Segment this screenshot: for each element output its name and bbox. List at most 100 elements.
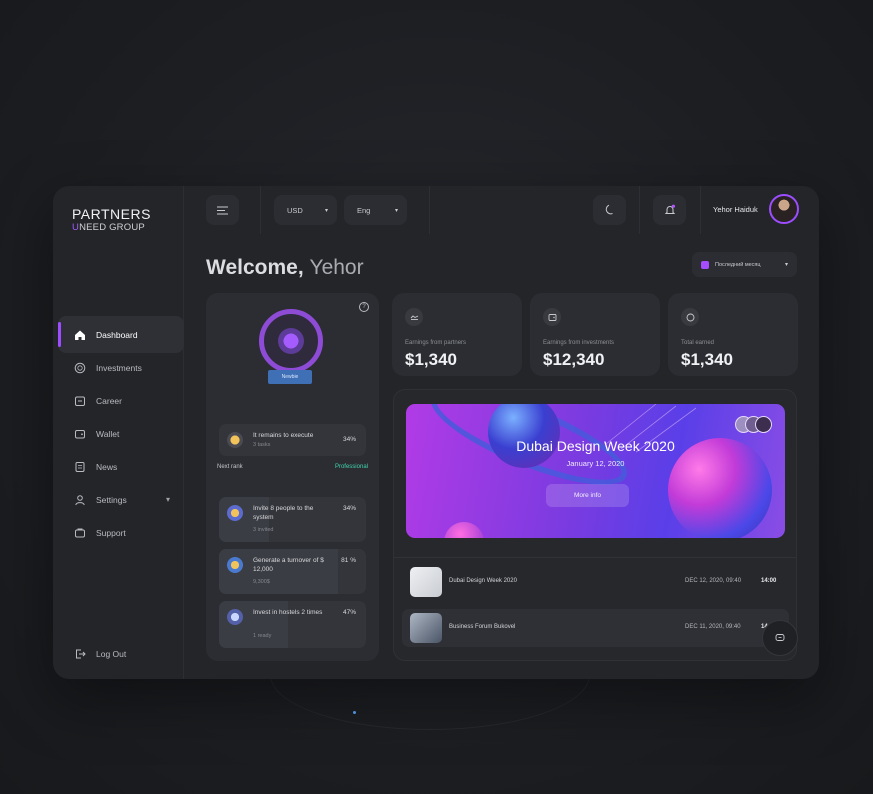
brand-logo-subtitle: NEED GROUP <box>79 222 145 233</box>
stat-label: Earnings from investments <box>543 340 615 346</box>
stat-card-partners[interactable]: Earnings from partners $1,340 <box>392 293 522 376</box>
task-percent: 81 % <box>341 557 356 564</box>
brand-logo-u: U <box>72 222 80 233</box>
stat-label: Earnings from partners <box>405 340 467 346</box>
task-item[interactable]: Invest in hostels 2 times 1 ready 47% <box>219 601 366 648</box>
career-icon <box>74 395 86 407</box>
stat-card-investments[interactable]: Earnings from investments $12,340 <box>530 293 660 376</box>
dashboard-window: PARTNERS UNEED GROUP Dashboard Investmen… <box>53 186 819 679</box>
event-date: DEC 12, 2020, 09:40 <box>685 578 742 584</box>
event-thumbnail <box>410 613 442 643</box>
sidebar-item-label: Dashboard <box>96 329 138 340</box>
task-percent: 34% <box>342 505 356 512</box>
hero-title: Dubai Design Week 2020 <box>516 438 675 454</box>
language-select[interactable]: Eng ▾ <box>344 195 407 225</box>
avatar <box>755 416 772 433</box>
handshake-icon <box>405 308 423 326</box>
stat-card-total[interactable]: Total earned $1,340 <box>668 293 798 376</box>
chevron-down-icon: ▾ <box>784 262 788 268</box>
moon-icon <box>605 204 613 215</box>
next-rank-label: Next rank <box>217 464 243 470</box>
logout-icon <box>74 648 86 660</box>
stat-value: $1,340 <box>681 350 733 369</box>
top-bar: USD ▾ Eng ▾ Yehor Haiduk <box>184 186 819 234</box>
divider <box>260 186 261 234</box>
coin-icon <box>74 362 86 374</box>
attendee-avatars[interactable] <box>735 416 773 434</box>
task-subtitle: 1 ready <box>253 633 272 639</box>
event-name: Business Forum Bukovel <box>449 624 516 630</box>
task-item[interactable]: Invite 8 people to the system 3 invited … <box>219 497 366 542</box>
theme-toggle-button[interactable] <box>593 195 626 225</box>
sidebar-item-wallet[interactable]: Wallet <box>58 415 184 452</box>
help-icon[interactable]: ? <box>359 302 369 312</box>
calendar-icon <box>701 260 709 269</box>
more-info-button[interactable]: More info <box>546 484 629 507</box>
support-icon <box>74 527 86 539</box>
event-name: Dubai Design Week 2020 <box>449 578 517 584</box>
sidebar-item-label: Settings <box>96 494 127 505</box>
coin-icon <box>681 308 699 326</box>
home-icon <box>74 329 86 341</box>
task-title: Invest in hostels 2 times <box>253 609 323 616</box>
events-panel: Dubai Design Week 2020 January 12, 2020 … <box>393 389 797 661</box>
divider <box>394 557 796 558</box>
event-time: 14:00 <box>761 578 777 584</box>
sidebar-item-dashboard[interactable]: Dashboard <box>58 316 184 353</box>
user-name[interactable]: Yehor Haiduk <box>713 205 758 214</box>
background-dot <box>353 711 356 714</box>
sidebar-item-investments[interactable]: Investments <box>58 349 184 386</box>
currency-select[interactable]: USD ▾ <box>274 195 337 225</box>
event-thumbnail <box>410 567 442 597</box>
stat-value: $12,340 <box>543 350 605 369</box>
trophy-icon <box>227 432 243 448</box>
chat-icon <box>775 634 785 641</box>
wallet-icon <box>543 308 561 326</box>
task-title: Invite 8 people to the system <box>253 505 314 521</box>
brand-logo-top: PARTNERS <box>72 206 151 222</box>
brand-logo-bottom: UNEED GROUP <box>72 222 151 233</box>
money-icon <box>227 557 243 573</box>
news-icon <box>74 461 86 473</box>
sidebar-item-label: Support <box>96 527 126 538</box>
sidebar-item-label: Investments <box>96 362 142 373</box>
event-hero-banner[interactable]: Dubai Design Week 2020 January 12, 2020 … <box>406 404 785 538</box>
event-row[interactable]: Business Forum Bukovel DEC 11, 2020, 09:… <box>402 609 789 647</box>
task-item[interactable]: Generate a turnover of $ 12,000 9,300$ 8… <box>219 549 366 594</box>
planet-graphic <box>444 522 484 538</box>
user-avatar[interactable] <box>769 194 799 224</box>
people-icon <box>227 505 243 521</box>
task-title: Generate a turnover of $ 12,000 <box>253 557 324 573</box>
welcome-greeting: Welcome, <box>206 256 310 279</box>
sidebar-item-label: News <box>96 461 118 472</box>
event-row[interactable]: Dubai Design Week 2020 DEC 12, 2020, 09:… <box>402 563 789 601</box>
sidebar-item-settings[interactable]: Settings ▾ <box>58 481 184 518</box>
notifications-button[interactable] <box>653 195 686 225</box>
menu-icon <box>217 206 228 214</box>
period-select[interactable]: Последний месяц ▾ <box>692 252 797 277</box>
currency-value: USD <box>287 205 303 215</box>
rank-badge <box>259 309 323 373</box>
hostel-icon <box>227 609 243 625</box>
rank-card: ? Newbie It remains to execute 3 tasks 3… <box>206 293 379 661</box>
bell-icon <box>664 204 675 214</box>
sidebar-item-news[interactable]: News <box>58 448 184 485</box>
next-rank-value: Professional <box>334 464 368 470</box>
chevron-down-icon: ▾ <box>394 207 398 214</box>
brand-logo[interactable]: PARTNERS UNEED GROUP <box>72 206 151 234</box>
sidebar-item-support[interactable]: Support <box>58 514 184 551</box>
event-date: DEC 11, 2020, 09:40 <box>685 624 741 630</box>
task-subtitle: 9,300$ <box>253 579 270 585</box>
logout-button[interactable]: Log Out <box>74 648 126 660</box>
sidebar-item-career[interactable]: Career <box>58 382 184 419</box>
task-percent: 47% <box>342 609 356 616</box>
page-title: Welcome, Yehor <box>206 256 364 280</box>
sidebar-item-label: Career <box>96 395 122 406</box>
stat-label: Total earned <box>681 340 715 346</box>
menu-toggle-button[interactable] <box>206 195 239 225</box>
chevron-down-icon: ▾ <box>165 495 170 504</box>
language-value: Eng <box>357 205 371 215</box>
divider <box>429 186 430 234</box>
task-subtitle: 3 invited <box>253 527 274 533</box>
chat-button[interactable] <box>762 620 798 656</box>
